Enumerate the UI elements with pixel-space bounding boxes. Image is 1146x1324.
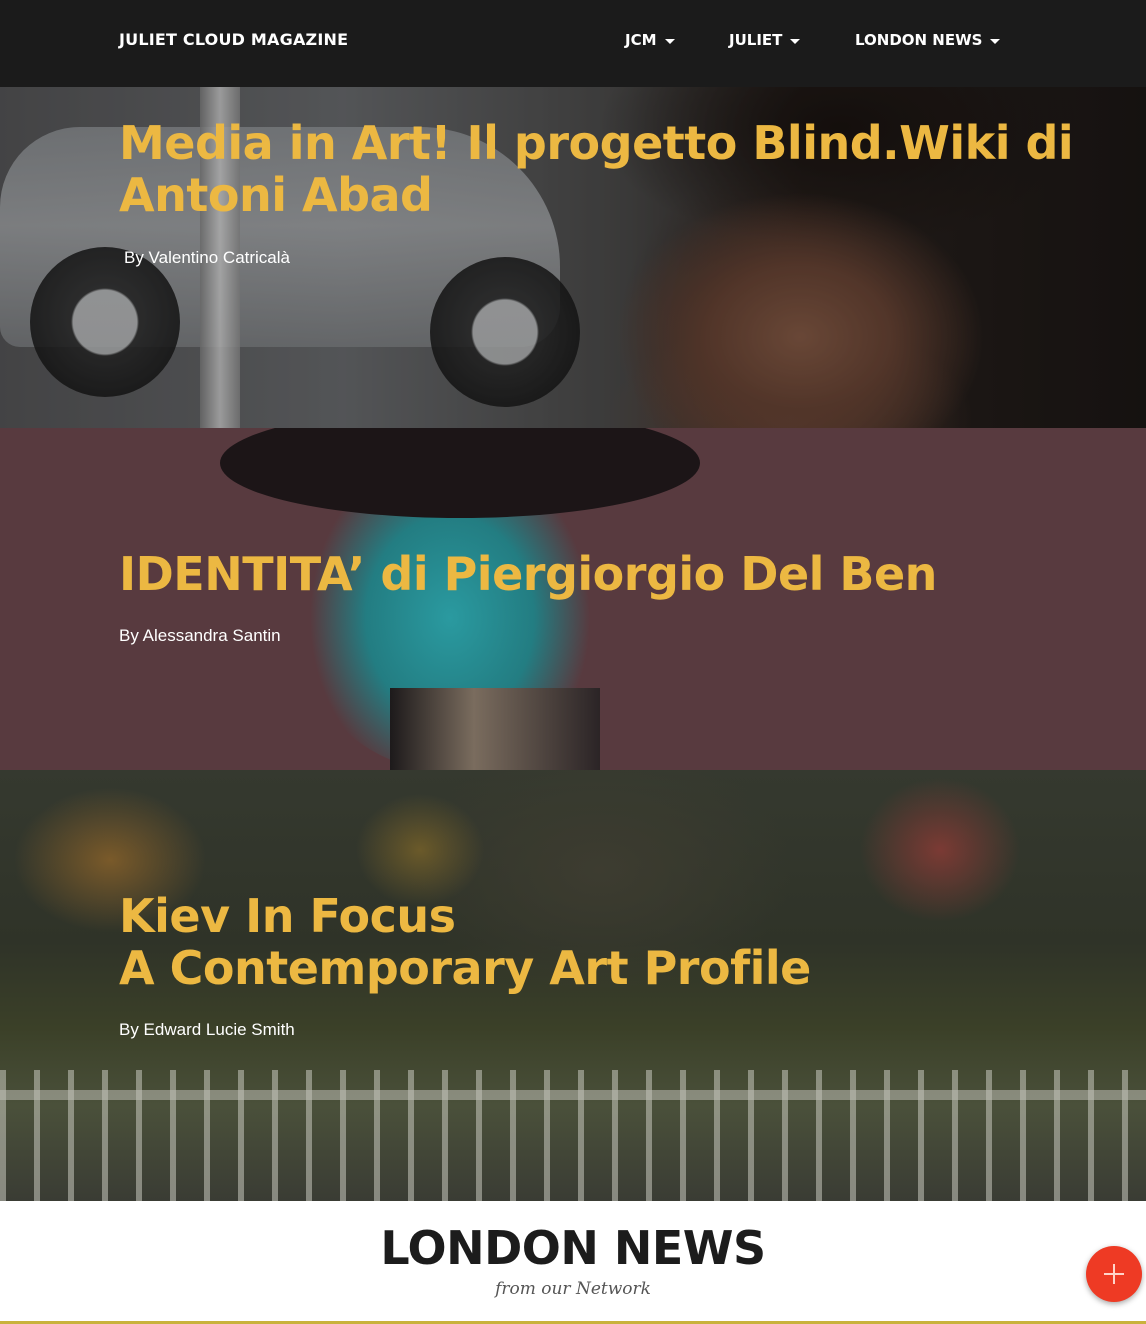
caret-down-icon: [790, 38, 801, 44]
featured-article-2[interactable]: IDENTITA’ di Piergiorgio Del Ben By Ales…: [0, 428, 1146, 770]
floating-action-button[interactable]: [1086, 1246, 1142, 1302]
article-author: By Alessandra Santin: [119, 626, 281, 645]
nav-dropdown-jcm[interactable]: JCM: [625, 31, 675, 49]
caret-down-icon: [664, 38, 675, 44]
article-title[interactable]: Media in Art! Il progetto Blind.Wiki di …: [119, 116, 1074, 222]
title-line: Kiev In Focus: [119, 889, 456, 943]
article-author: By Edward Lucie Smith: [119, 1020, 295, 1039]
plus-icon: [1104, 1264, 1124, 1284]
nav-dropdown-juliet[interactable]: JULIET: [729, 31, 801, 49]
featured-article-3[interactable]: Kiev In Focus A Contemporary Art Profile…: [0, 770, 1146, 1201]
section-title: LONDON NEWS: [380, 1221, 766, 1275]
title-line: Media in Art! Il progetto Blind.Wiki di: [119, 116, 1074, 170]
article-author: By Valentino Catricalà: [124, 248, 290, 267]
section-subtitle: from our Network: [495, 1279, 651, 1299]
featured-article-1[interactable]: Media in Art! Il progetto Blind.Wiki di …: [0, 87, 1146, 428]
title-line: Antoni Abad: [119, 168, 433, 222]
portrait-hat-detail: [220, 428, 700, 518]
nav-item-label: JCM: [625, 31, 657, 49]
brand-logo-link[interactable]: JULIET CLOUD MAGAZINE: [119, 30, 348, 49]
caret-down-icon: [990, 38, 1001, 44]
portrait-collar-detail: [390, 688, 600, 770]
nav-item-label: JULIET: [729, 31, 783, 49]
nav-dropdown-london-news[interactable]: LONDON NEWS: [855, 31, 1001, 49]
article-title[interactable]: Kiev In Focus A Contemporary Art Profile: [119, 890, 811, 994]
top-navbar: JULIET CLOUD MAGAZINE JCM JULIET LONDON …: [0, 0, 1146, 87]
title-line: A Contemporary Art Profile: [119, 941, 811, 995]
london-news-section: LONDON NEWS from our Network: [0, 1201, 1146, 1324]
article-title[interactable]: IDENTITA’ di Piergiorgio Del Ben: [119, 548, 937, 600]
nav-item-label: LONDON NEWS: [855, 31, 983, 49]
fence-rail-detail: [0, 1090, 1146, 1100]
